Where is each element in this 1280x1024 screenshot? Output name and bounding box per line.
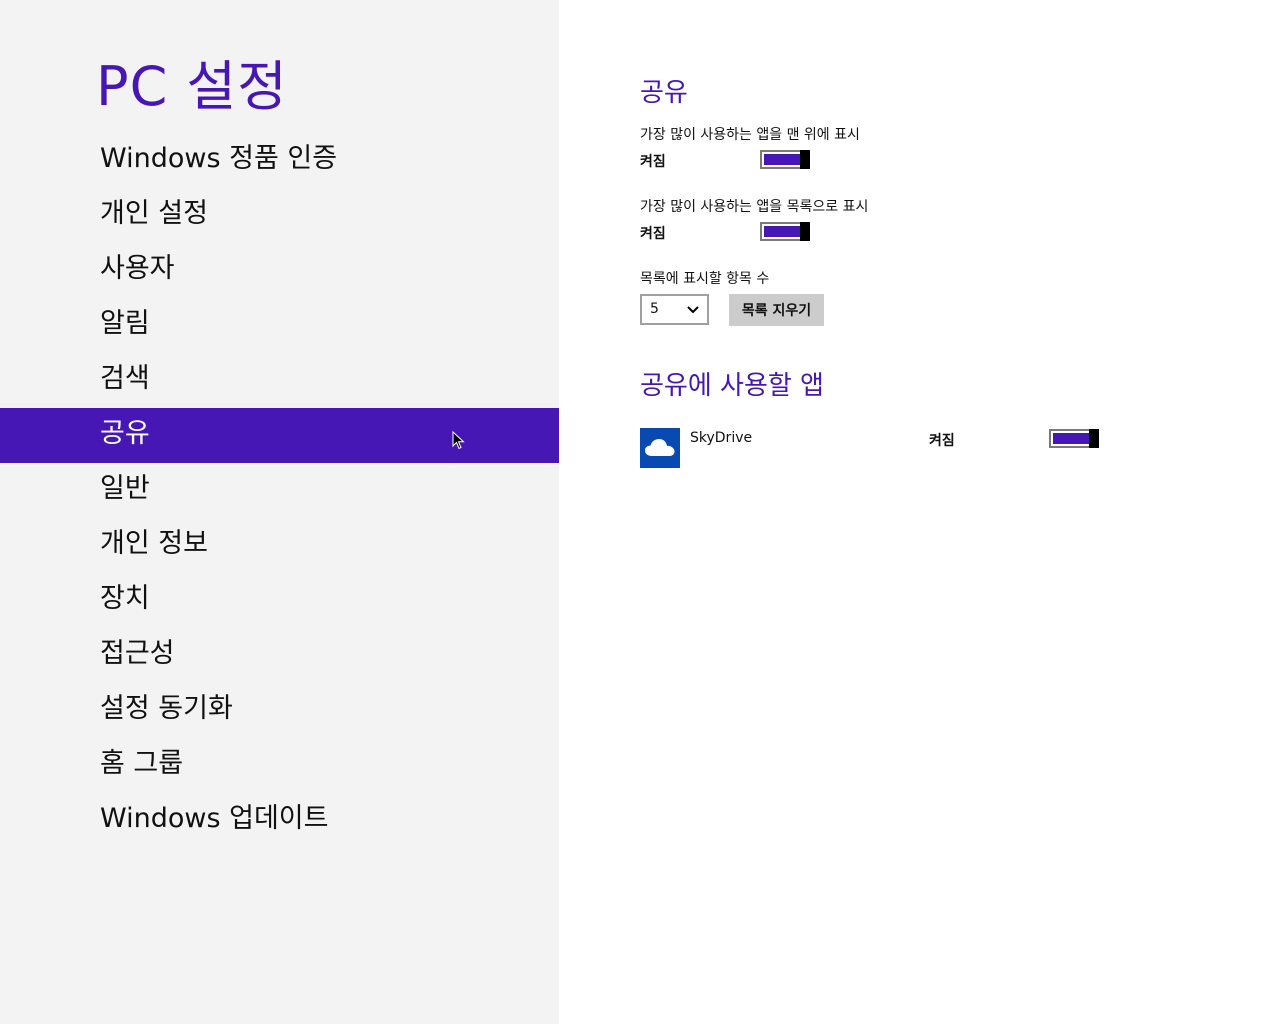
- nav-item-homegroup[interactable]: 홈 그룹: [0, 738, 559, 793]
- toggle-thumb: [800, 222, 810, 241]
- setting-label-most-used-top: 가장 많이 사용하는 앱을 맨 위에 표시: [640, 127, 860, 143]
- toggle-thumb: [800, 150, 810, 169]
- most-used-top-toggle[interactable]: [760, 150, 810, 169]
- toggle-thumb: [1089, 429, 1099, 448]
- toggle-state-text: 켜짐: [640, 226, 666, 242]
- nav-item-share[interactable]: 공유: [0, 408, 559, 463]
- toggle-state-text: 켜짐: [640, 154, 666, 170]
- list-count-label: 목록에 표시할 항목 수: [640, 271, 770, 287]
- nav-item-search[interactable]: 검색: [0, 353, 559, 408]
- cloud-icon: [645, 439, 675, 456]
- list-count-select[interactable]: 5: [640, 294, 709, 325]
- chevron-down-icon: [687, 306, 699, 314]
- skydrive-app-tile: [640, 428, 680, 468]
- section-title-apps-for-sharing: 공유에 사용할 앱: [640, 371, 824, 401]
- nav-item-general[interactable]: 일반: [0, 463, 559, 518]
- app-name: SkyDrive: [690, 430, 753, 446]
- toggle-state-text: 켜짐: [929, 433, 955, 449]
- nav-item-privacy[interactable]: 개인 정보: [0, 518, 559, 573]
- nav-item-ease-of-access[interactable]: 접근성: [0, 628, 559, 683]
- sidebar: PC 설정 Windows 정품 인증 개인 설정 사용자 알림 검색 공유 일…: [0, 0, 559, 1024]
- skydrive-share-toggle[interactable]: [1049, 429, 1099, 448]
- nav-item-sync-settings[interactable]: 설정 동기화: [0, 683, 559, 738]
- setting-label-most-used-list: 가장 많이 사용하는 앱을 목록으로 표시: [640, 199, 869, 215]
- app-row-skydrive: SkyDrive 켜짐: [640, 427, 1120, 469]
- section-title-share: 공유: [640, 78, 688, 108]
- nav-item-users[interactable]: 사용자: [0, 243, 559, 298]
- toggle-fill: [764, 154, 800, 165]
- nav-item-activation[interactable]: Windows 정품 인증: [0, 133, 559, 188]
- clear-list-button[interactable]: 목록 지우기: [729, 294, 824, 326]
- list-count-value: 5: [650, 301, 659, 317]
- mouse-cursor-icon: [452, 431, 465, 450]
- toggle-fill: [764, 226, 800, 237]
- nav-item-windows-update[interactable]: Windows 업데이트: [0, 793, 559, 848]
- nav-item-personalize[interactable]: 개인 설정: [0, 188, 559, 243]
- toggle-fill: [1053, 433, 1089, 444]
- nav-item-notifications[interactable]: 알림: [0, 298, 559, 353]
- settings-nav: Windows 정품 인증 개인 설정 사용자 알림 검색 공유 일반 개인 정…: [0, 133, 559, 848]
- page-title: PC 설정: [96, 55, 288, 118]
- nav-item-devices[interactable]: 장치: [0, 573, 559, 628]
- most-used-list-toggle[interactable]: [760, 222, 810, 241]
